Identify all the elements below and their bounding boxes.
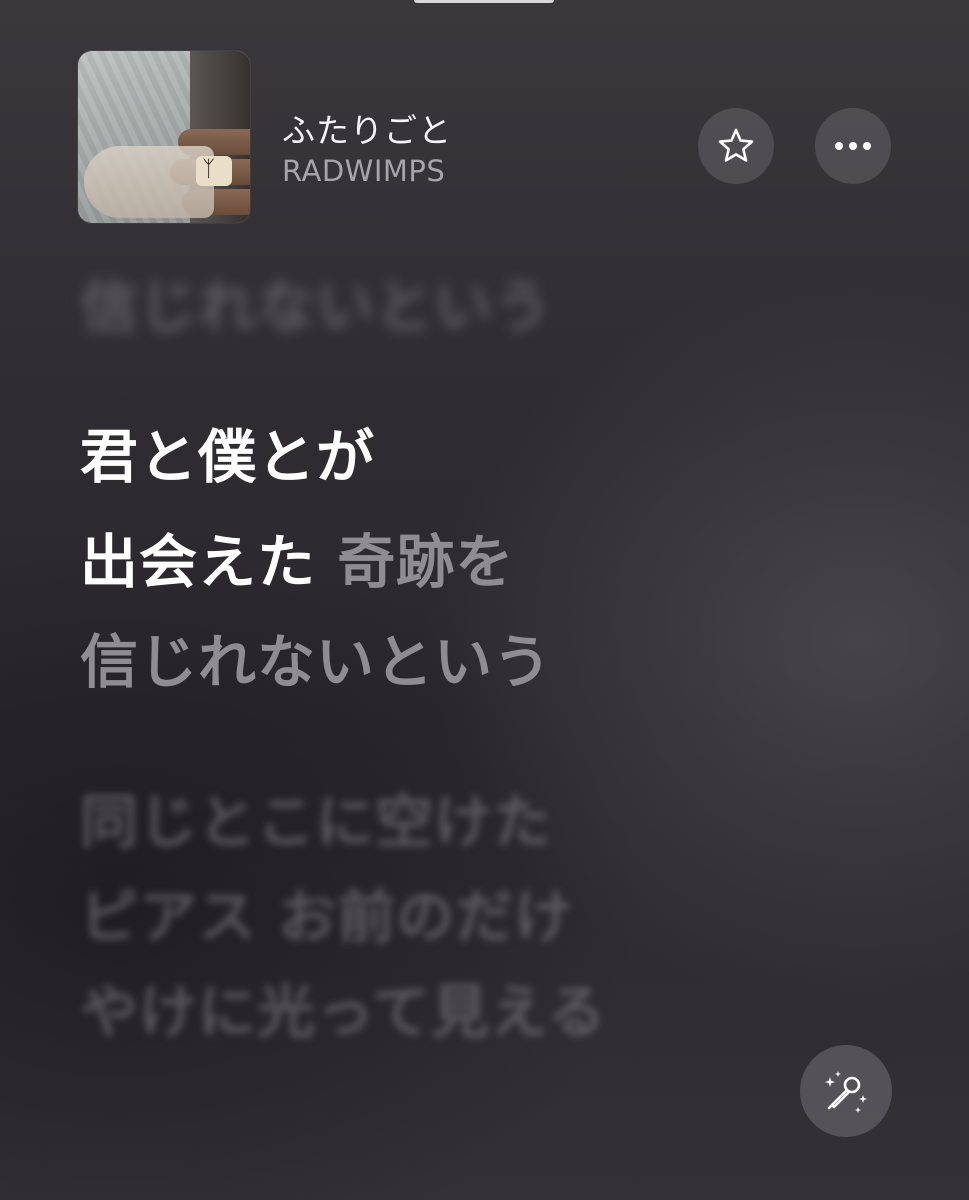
microphone-sparkles-icon	[825, 1071, 867, 1113]
ellipsis-icon	[835, 142, 871, 150]
song-title[interactable]: ふたりごと	[282, 104, 452, 152]
lyric-unsung-part: 奇跡を	[337, 528, 515, 596]
favorite-button[interactable]	[698, 108, 774, 184]
lyric-line-current[interactable]: 出会えた 奇跡を	[80, 515, 514, 599]
sing-button[interactable]	[800, 1045, 892, 1137]
lyric-sung-part: 出会えた	[80, 528, 317, 596]
more-options-button[interactable]	[815, 108, 891, 184]
star-icon	[718, 128, 754, 162]
lyrics-screen: ᛉ ふたりごと RADWIMPS 信じれないという 君と僕とが 出会えた 奇跡を…	[0, 0, 969, 1200]
lyric-line-upcoming[interactable]: ピアス お前のだけ	[80, 870, 573, 954]
lyric-line-current[interactable]: 君と僕とが	[80, 410, 375, 494]
lyric-line-upcoming[interactable]: やけに光って見える	[80, 965, 606, 1049]
artwork-ring-mark: ᛉ	[202, 157, 216, 182]
lyric-line-upcoming[interactable]: 同じとこに空けた	[80, 775, 552, 859]
artwork-hand	[84, 146, 214, 218]
lyric-line-previous[interactable]: 信じれないという	[80, 260, 552, 344]
lyric-line-current[interactable]: 信じれないという	[80, 615, 552, 699]
artist-name[interactable]: RADWIMPS	[282, 154, 445, 188]
album-artwork[interactable]: ᛉ	[78, 51, 250, 223]
grabber-handle[interactable]	[414, 0, 554, 3]
